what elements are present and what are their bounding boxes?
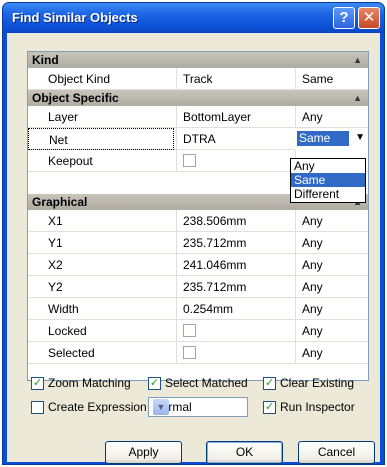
selected-checkbox[interactable] <box>183 346 196 360</box>
match-combobox[interactable]: Same ▼ <box>295 128 368 150</box>
locked-checkbox[interactable] <box>183 324 196 338</box>
close-button[interactable]: ✕ <box>358 7 380 29</box>
chevron-down-icon[interactable]: ▼ <box>355 132 365 143</box>
property-value <box>176 150 294 172</box>
ok-button[interactable]: OK <box>206 441 283 464</box>
property-name: Y1 <box>48 236 63 250</box>
section-label: Graphical <box>32 195 88 209</box>
property-name: Layer <box>48 110 79 124</box>
check-icon: ✓ <box>31 376 44 390</box>
property-match[interactable]: Same <box>295 68 368 90</box>
property-value: 235.712mm <box>176 232 294 254</box>
row-net[interactable]: Net DTRA Same ▼ <box>28 128 368 150</box>
row-y2[interactable]: Y2 235.712mm Any <box>28 276 368 298</box>
property-match[interactable]: Any <box>295 254 368 276</box>
dropdown-option-same[interactable]: Same <box>291 173 365 187</box>
property-name: Object Kind <box>48 72 111 86</box>
row-x2[interactable]: X2 241.046mm Any <box>28 254 368 276</box>
section-label: Kind <box>32 53 59 67</box>
property-value: Track <box>176 68 294 90</box>
find-similar-objects-dialog: Find Similar Objects ? ✕ Kind ▲ Object K… <box>2 2 385 465</box>
section-kind[interactable]: Kind ▲ <box>28 52 368 68</box>
properties-grid: Kind ▲ Object Kind Track Same Object Spe… <box>27 51 369 381</box>
property-name: Selected <box>48 346 95 360</box>
row-x1[interactable]: X1 238.506mm Any <box>28 210 368 232</box>
row-locked[interactable]: Locked Any <box>28 320 368 342</box>
combobox-selected-value: Same <box>297 131 349 146</box>
property-value <box>176 320 294 342</box>
row-object-kind[interactable]: Object Kind Track Same <box>28 68 368 90</box>
check-icon: ✓ <box>263 400 276 414</box>
property-value: DTRA <box>176 128 294 150</box>
run-inspector-checkbox[interactable]: ✓ Run Inspector <box>263 400 355 414</box>
check-icon: ✓ <box>148 376 161 390</box>
property-value: BottomLayer <box>176 106 294 128</box>
run-inspector-label: Run Inspector <box>280 400 355 414</box>
cancel-button[interactable]: Cancel <box>298 441 375 464</box>
keepout-checkbox[interactable] <box>183 154 196 168</box>
property-match[interactable]: Any <box>295 210 368 232</box>
property-match[interactable]: Any <box>295 298 368 320</box>
property-value: 0.254mm <box>176 298 294 320</box>
clear-existing-checkbox[interactable]: ✓ Clear Existing <box>263 376 354 390</box>
zoom-matching-label: Zoom Matching <box>48 376 131 390</box>
chevron-down-icon[interactable]: ▼ <box>153 399 169 415</box>
dropdown-option-any[interactable]: Any <box>291 159 365 173</box>
property-name: Keepout <box>48 154 93 168</box>
section-label: Object Specific <box>32 91 119 105</box>
row-y1[interactable]: Y1 235.712mm Any <box>28 232 368 254</box>
dropdown-option-different[interactable]: Different <box>291 187 365 201</box>
check-icon: ✓ <box>263 376 276 390</box>
apply-button[interactable]: Apply <box>105 441 182 464</box>
section-object-specific[interactable]: Object Specific ▲ <box>28 90 368 106</box>
property-value: 241.046mm <box>176 254 294 276</box>
match-dropdown-list[interactable]: Any Same Different <box>290 158 366 203</box>
property-match[interactable]: Any <box>295 106 368 128</box>
property-match[interactable]: Any <box>295 320 368 342</box>
select-matched-label: Select Matched <box>165 376 248 390</box>
zoom-matching-checkbox[interactable]: ✓ Zoom Matching <box>31 376 131 390</box>
unchecked-box-icon <box>31 400 44 414</box>
property-value: 238.506mm <box>176 210 294 232</box>
row-width[interactable]: Width 0.254mm Any <box>28 298 368 320</box>
property-match[interactable]: Any <box>295 232 368 254</box>
property-match[interactable]: Any <box>295 342 368 364</box>
property-name: Locked <box>48 324 87 338</box>
collapse-icon[interactable]: ▲ <box>353 52 362 68</box>
create-expression-label: Create Expression <box>48 400 147 414</box>
property-name: Y2 <box>48 280 63 294</box>
title-bar[interactable]: Find Similar Objects ? ✕ <box>3 3 384 33</box>
select-matched-checkbox[interactable]: ✓ Select Matched <box>148 376 248 390</box>
clear-existing-label: Clear Existing <box>280 376 355 390</box>
mask-mode-select[interactable]: Normal ▼ <box>148 397 248 417</box>
row-layer[interactable]: Layer BottomLayer Any <box>28 106 368 128</box>
property-name: X2 <box>48 258 63 272</box>
collapse-icon[interactable]: ▲ <box>353 90 362 106</box>
property-name: X1 <box>48 214 63 228</box>
property-name: Width <box>48 302 79 316</box>
window-title: Find Similar Objects <box>12 10 138 25</box>
property-value <box>176 342 294 364</box>
property-name: Net <box>28 128 174 150</box>
row-selected[interactable]: Selected Any <box>28 342 368 364</box>
property-match[interactable]: Any <box>295 276 368 298</box>
help-button[interactable]: ? <box>333 7 355 29</box>
property-value: 235.712mm <box>176 276 294 298</box>
create-expression-checkbox[interactable]: Create Expression <box>31 400 147 414</box>
